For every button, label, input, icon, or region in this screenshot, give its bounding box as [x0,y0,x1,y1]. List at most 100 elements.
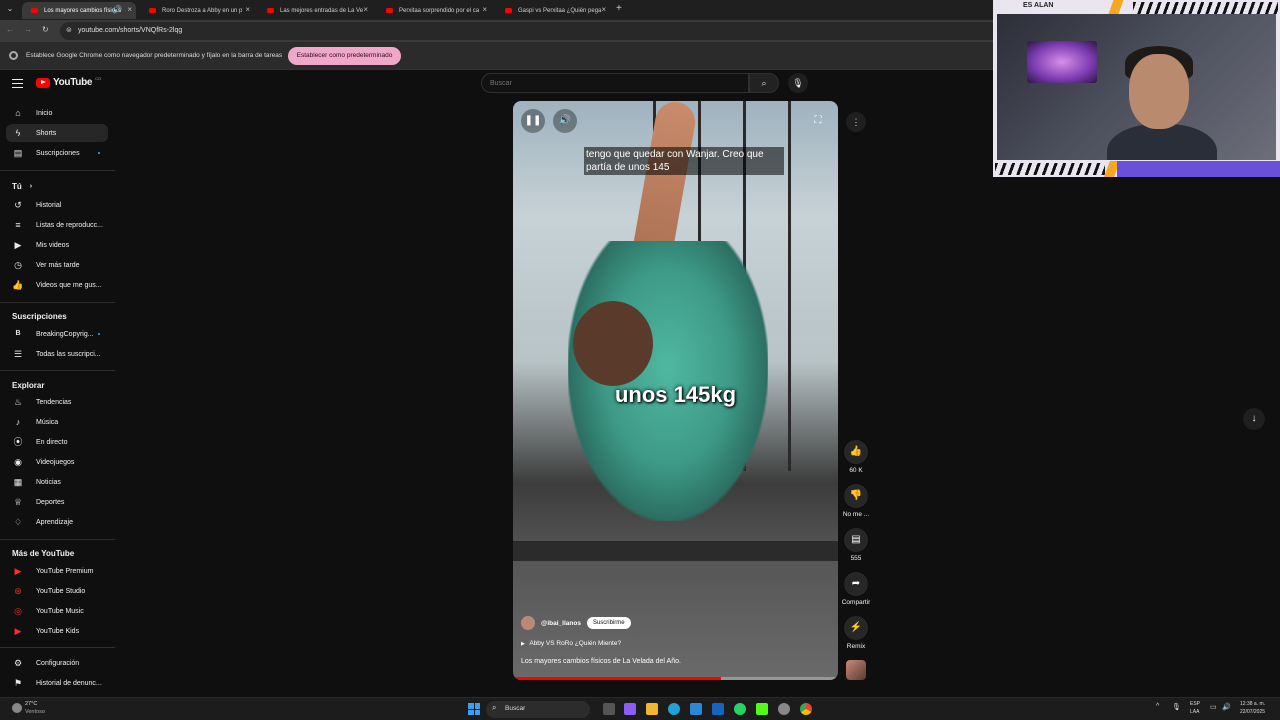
sidebar-item-noticias[interactable]: ▦ Noticias [6,473,108,491]
sidebar-item-youtube-kids[interactable]: ▶ YouTube Kids [6,622,108,640]
taskbar-search[interactable]: ⌕ Buscar [486,701,590,718]
search-icon: ⌕ [761,78,767,88]
tab-search-button[interactable]: ⌄ [4,4,16,16]
settings-app-icon[interactable] [778,703,790,715]
close-tab-icon[interactable]: × [601,5,606,14]
speaker-icon[interactable]: 🔊 [112,5,122,14]
volume-icon[interactable]: 🔊 [1222,703,1231,711]
sidebar-item-inicio[interactable]: ⌂ Inicio [6,104,108,122]
sidebar-item-youtube-studio[interactable]: ⊛ YouTube Studio [6,582,108,600]
subscribe-button[interactable]: Suscribirme [586,617,631,629]
more-options-button[interactable]: ⋮ [846,112,866,132]
comments-button[interactable]: ▤ [844,528,868,552]
clock-date[interactable]: 22/07/2025 [1240,709,1265,715]
close-tab-icon[interactable]: × [363,5,368,14]
copilot-icon[interactable] [624,703,636,715]
edge-icon[interactable] [668,703,680,715]
sidebar-item-deportes[interactable]: ♕ Deportes [6,493,108,511]
sidebar-item-musica[interactable]: ♪ Música [6,413,108,431]
sidebar-item-suscripciones[interactable]: ▤ Suscripciones [6,144,108,162]
search-button[interactable]: ⌕ [749,73,779,93]
pause-button[interactable]: ❚❚ [521,109,545,133]
news-icon: ▦ [13,477,23,487]
progress-bar[interactable] [513,677,838,680]
browser-tab[interactable]: Gaspi vs Perxitaa ¿Quién pega × [496,2,610,19]
like-button[interactable]: 👍 [844,440,868,464]
sidebar-item-youtube-premium[interactable]: ▶ YouTube Premium [6,562,108,580]
voice-search-button[interactable]: 🎙 [788,73,808,93]
fullscreen-button[interactable]: ⛶ [806,109,830,133]
language-bottom[interactable]: LAA [1190,709,1199,715]
chrome-icon[interactable] [800,703,812,715]
fullscreen-icon: ⛶ [814,115,822,126]
volume-icon: 🔊 [558,115,572,126]
sidebar-item-listas[interactable]: ≡ Listas de reproducc... [6,216,108,234]
browser-tab[interactable]: Los mayores cambios físicos 🔊 × [22,2,136,19]
tab-title: Los mayores cambios físicos [44,7,122,14]
browser-tab[interactable]: Las mejores entradas de La Ve × [258,2,372,19]
share-button[interactable]: ➦ [844,572,868,596]
sidebar-item-todas-suscripciones[interactable]: ☰ Todas las suscripci... [6,345,108,363]
short-video-player[interactable]: ❚❚ 🔊 ⛶ tengo que quedar con Wanjar. Creo… [513,101,838,680]
forward-icon[interactable]: → [24,25,32,34]
search-input[interactable] [490,77,740,89]
back-icon[interactable]: ← [6,25,14,34]
url-field[interactable]: ⊜ youtube.com/shorts/VNQfRs-2lqg [60,22,1000,40]
reload-icon[interactable]: ↻ [42,25,49,34]
outlook-icon[interactable] [712,703,724,715]
site-info-icon[interactable]: ⊜ [66,22,72,40]
sound-thumbnail[interactable] [846,660,866,680]
file-explorer-icon[interactable] [646,703,658,715]
set-default-button[interactable]: Establecer como predeterminado [288,47,401,65]
playlist-title: Abby VS RoRo ¿Quién Miente? [529,640,622,647]
next-video-button[interactable]: ↓ [1243,408,1265,430]
new-tab-button[interactable]: + [616,3,622,14]
sidebar-you-heading[interactable]: Tú › [6,177,108,195]
network-icon[interactable]: ▭ [1210,703,1217,711]
sidebar-item-tendencias[interactable]: ♨ Tendencias [6,393,108,411]
kick-icon[interactable] [756,703,768,715]
new-content-dot [98,333,100,335]
sidebar-item-me-gusta[interactable]: 👍 Videos que me gus... [6,276,108,294]
clock-time[interactable]: 12:38 a. m. [1240,701,1265,707]
close-tab-icon[interactable]: × [127,5,132,14]
remix-button[interactable]: ⚡ [844,616,868,640]
sidebar-item-mis-videos[interactable]: ▶ Mis videos [6,236,108,254]
sidebar-item-shorts[interactable]: ϟ Shorts [6,124,108,142]
browser-tab[interactable]: Roro Destroza a Abby en un p × [140,2,254,19]
sidebar-item-historial-denuncias[interactable]: ⚑ Historial de denunc... [6,674,108,692]
task-view-icon[interactable] [603,703,615,715]
sidebar-item-channel[interactable]: B BreakingCopyrig... [6,325,108,343]
sidebar-item-aprendizaje[interactable]: ♢ Aprendizaje [6,513,108,531]
weather-widget[interactable]: 27°C Ventoso [8,700,68,718]
sidebar-item-label: En directo [36,438,68,446]
store-icon[interactable] [690,703,702,715]
sidebar-item-en-directo[interactable]: ⦿ En directo [6,433,108,451]
whatsapp-icon[interactable] [734,703,746,715]
microphone-icon[interactable]: 🎙 [1172,703,1181,711]
playlist-link[interactable]: ▶ Abby VS RoRo ¿Quién Miente? [521,640,621,647]
sidebar-item-youtube-music[interactable]: ◎ YouTube Music [6,602,108,620]
sidebar-item-videojuegos[interactable]: ◉ Videojuegos [6,453,108,471]
youtube-music-icon: ◎ [14,606,22,616]
playlist-icon: ≡ [15,220,21,230]
sidebar-item-configuracion[interactable]: ⚙ Configuración [6,654,108,672]
dislike-button[interactable]: 👎 [844,484,868,508]
sidebar-item-ver-mas-tarde[interactable]: ◷ Ver más tarde [6,256,108,274]
remix-action: ⚡ Remix [840,616,872,650]
menu-icon[interactable] [12,79,23,88]
language-top[interactable]: ESP [1190,701,1200,707]
start-button[interactable] [468,703,480,715]
sidebar-item-historial[interactable]: ↺ Historial [6,196,108,214]
channel-avatar[interactable] [521,616,535,630]
dislike-label: No me ... [842,511,870,518]
close-tab-icon[interactable]: × [482,5,487,14]
comment-icon: ▤ [851,534,861,545]
search-box[interactable] [481,73,749,93]
close-tab-icon[interactable]: × [245,5,250,14]
browser-tab[interactable]: Perxitaa sorprendido por el ca × [377,2,491,19]
channel-name[interactable]: @ibai_llanos [541,620,581,627]
youtube-logo[interactable]: YouTube CO [36,76,101,88]
volume-button[interactable]: 🔊 [553,109,577,133]
chevron-up-icon[interactable]: ^ [1156,703,1159,710]
